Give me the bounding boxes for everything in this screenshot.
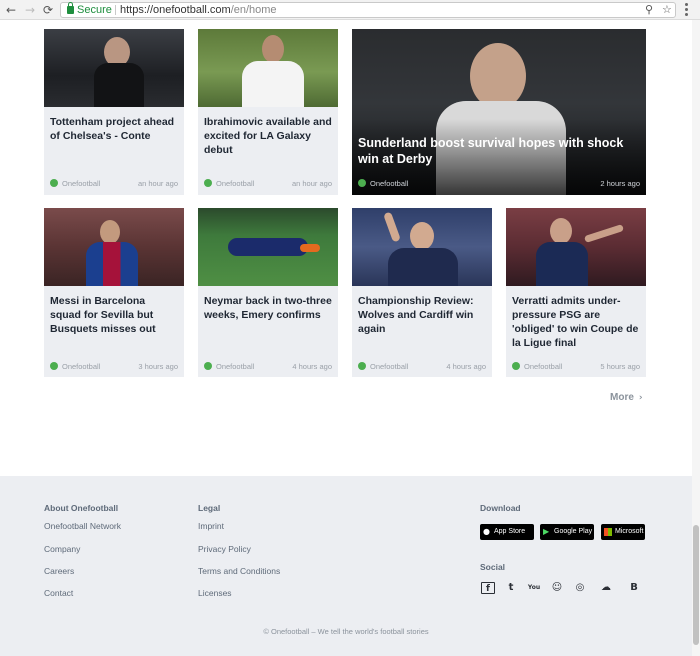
news-card[interactable]: Championship Review: Wolves and Cardiff …	[352, 208, 492, 377]
back-icon[interactable]: ←	[4, 3, 18, 17]
zoom-icon[interactable]: ⚲	[645, 3, 653, 17]
article-title[interactable]: Messi in Barcelona squad for Sevilla but…	[50, 294, 178, 336]
footer-link-careers[interactable]: Careers	[44, 566, 74, 576]
article-image	[506, 208, 646, 286]
more-link[interactable]: More ›	[610, 392, 643, 403]
twitter-icon[interactable]: t	[504, 582, 518, 594]
lock-icon	[67, 2, 74, 14]
url-path: /en/home	[230, 4, 277, 16]
article-time: 5 hours ago	[600, 362, 640, 371]
article-title[interactable]: Ibrahimovic available and excited for LA…	[204, 115, 332, 157]
article-source: Onefootball	[370, 362, 409, 371]
footer-link-licenses[interactable]: Licenses	[198, 588, 232, 598]
star-icon[interactable]: ☆	[662, 3, 672, 17]
article-title[interactable]: Tottenham project ahead of Chelsea's - C…	[50, 115, 178, 143]
scrollbar-thumb[interactable]	[693, 525, 699, 645]
article-source: Onefootball	[524, 362, 563, 371]
soundcloud-icon[interactable]: ☁	[598, 582, 614, 594]
article-source: Onefootball	[216, 362, 255, 371]
article-time: 4 hours ago	[292, 362, 332, 371]
news-card[interactable]: Verratti admits under-pressure PSG are '…	[506, 208, 646, 377]
article-source: Onefootball	[62, 362, 101, 371]
onefootball-icon	[204, 179, 212, 187]
store-label: Microsoft	[615, 528, 644, 535]
footer-link-network[interactable]: Onefootball Network	[44, 521, 121, 531]
footer-link-terms[interactable]: Terms and Conditions	[198, 566, 280, 576]
article-title[interactable]: Neymar back in two-three weeks, Emery co…	[204, 294, 332, 322]
article-image	[352, 29, 646, 195]
apple-icon: ●	[483, 527, 490, 536]
article-image	[198, 29, 338, 107]
address-bar[interactable]: Secure https://onefootball.com/en/home ⚲…	[60, 2, 676, 18]
article-source: Onefootball	[62, 179, 101, 188]
secure-label: Secure	[77, 4, 112, 16]
store-label: App Store	[494, 528, 526, 535]
onefootball-icon	[50, 362, 58, 370]
onefootball-icon	[50, 179, 58, 187]
article-image	[352, 208, 492, 286]
legal-heading: Legal	[198, 503, 221, 513]
article-image	[44, 29, 184, 107]
onefootball-icon	[204, 362, 212, 370]
google-play-badge[interactable]: ▶ Google Play	[540, 524, 594, 540]
featured-news-card[interactable]: Sunderland boost survival hopes with sho…	[352, 29, 646, 195]
youtube-icon[interactable]: You	[527, 582, 541, 594]
play-icon: ▶	[543, 527, 550, 536]
download-heading: Download	[480, 503, 521, 513]
page-scrollbar[interactable]	[692, 20, 700, 656]
onefootball-icon	[512, 362, 520, 370]
social-heading: Social	[480, 562, 506, 572]
browser-toolbar: ← → ⟳ Secure https://onefootball.com/en/…	[0, 0, 700, 20]
bandcamp-icon[interactable]: B	[627, 582, 641, 594]
news-card[interactable]: Messi in Barcelona squad for Sevilla but…	[44, 208, 184, 377]
article-source: Onefootball	[216, 179, 255, 188]
article-image	[198, 208, 338, 286]
microsoft-badge[interactable]: Microsoft	[601, 524, 645, 540]
store-label: Google Play	[554, 528, 593, 535]
address-separator	[115, 5, 116, 15]
footer-link-company[interactable]: Company	[44, 544, 80, 554]
footer-link-contact[interactable]: Contact	[44, 588, 73, 598]
news-card[interactable]: Neymar back in two-three weeks, Emery co…	[198, 208, 338, 377]
url-text: https://onefootball.com/en/home	[120, 3, 277, 17]
article-time: 2 hours ago	[600, 179, 640, 188]
article-title[interactable]: Verratti admits under-pressure PSG are '…	[512, 294, 640, 350]
menu-icon[interactable]	[685, 3, 688, 16]
onefootball-icon	[358, 179, 366, 187]
windows-icon	[604, 528, 612, 536]
onefootball-icon	[358, 362, 366, 370]
article-time: 4 hours ago	[446, 362, 486, 371]
article-time: an hour ago	[291, 179, 332, 188]
snapchat-icon[interactable]: ☺	[550, 582, 564, 594]
article-source: Onefootball	[370, 179, 409, 188]
news-card[interactable]: Ibrahimovic available and excited for LA…	[198, 29, 338, 195]
article-time: an hour ago	[137, 179, 178, 188]
more-label: More	[610, 392, 634, 403]
footer-link-privacy[interactable]: Privacy Policy	[198, 544, 251, 554]
article-title[interactable]: Sunderland boost survival hopes with sho…	[358, 135, 640, 167]
reload-icon[interactable]: ⟳	[41, 3, 55, 17]
facebook-icon[interactable]: f	[481, 582, 495, 594]
news-card[interactable]: Tottenham project ahead of Chelsea's - C…	[44, 29, 184, 195]
about-heading: About Onefootball	[44, 503, 119, 513]
article-title[interactable]: Championship Review: Wolves and Cardiff …	[358, 294, 486, 336]
footer-link-imprint[interactable]: Imprint	[198, 521, 224, 531]
instagram-icon[interactable]: ◎	[573, 582, 587, 594]
chevron-right-icon: ›	[638, 393, 643, 403]
url-host: https://onefootball.com	[120, 4, 231, 16]
forward-icon[interactable]: →	[23, 3, 37, 17]
article-time: 3 hours ago	[138, 362, 178, 371]
copyright-text: © Onefootball – We tell the world's foot…	[263, 627, 429, 636]
app-store-badge[interactable]: ● App Store	[480, 524, 534, 540]
article-image	[44, 208, 184, 286]
